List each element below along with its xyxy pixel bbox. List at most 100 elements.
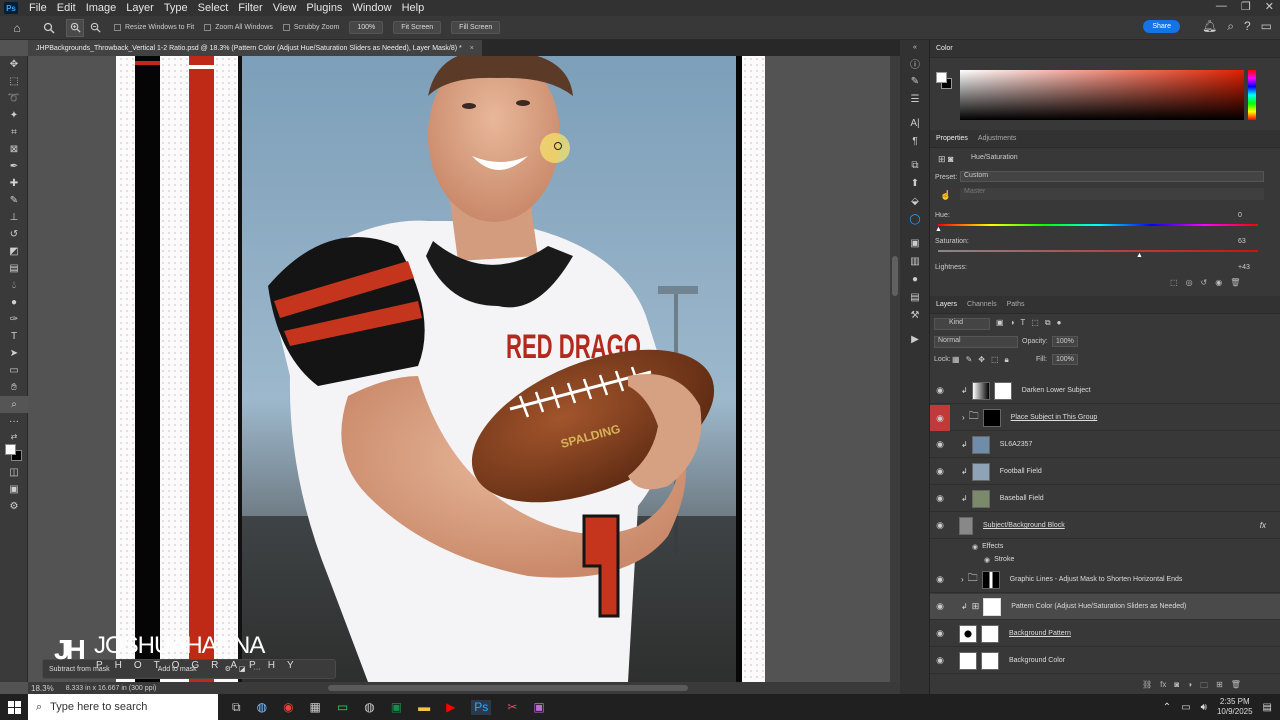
layer-row[interactable]: ◉ ↲ SL6A2357 (930, 432, 1280, 458)
kind-filter[interactable]: Kind (934, 318, 990, 330)
visibility-eye-icon[interactable]: ◉ (931, 439, 949, 450)
character-icon[interactable]: A| (900, 114, 930, 132)
menu-view[interactable]: View (268, 2, 302, 14)
workspace-icon[interactable]: ▭ (1261, 19, 1272, 34)
vertical-scrollbar[interactable] (890, 56, 900, 682)
blur-tool-icon[interactable]: 💧︎ (0, 277, 28, 294)
chrome-icon[interactable]: ◉ (283, 700, 293, 715)
visibility-eye-icon[interactable]: ◉ (931, 574, 949, 585)
saturation-value[interactable]: 63 (1238, 238, 1246, 245)
visibility-eye-icon[interactable]: ◉ (931, 520, 949, 531)
channels-tab[interactable]: Channels (967, 301, 997, 308)
frame-tool-icon[interactable]: ⊠ (0, 141, 28, 158)
lasso-tool-icon[interactable]: ➰ (0, 90, 28, 107)
play-icon[interactable]: ▶ (900, 330, 930, 348)
fit-screen-button[interactable]: Fit Screen (393, 21, 442, 34)
visibility-eye-icon[interactable]: ◉ (931, 655, 949, 666)
fill-value[interactable]: 100% (1052, 354, 1078, 365)
hue-slider[interactable] (1248, 70, 1256, 120)
new-group-icon[interactable]: 🗀︎ (1200, 680, 1208, 694)
path-select-icon[interactable]: ➤ (0, 345, 28, 362)
smart-object-filter-icon[interactable]: ⧉ (1045, 318, 1051, 328)
gradient-tool-icon[interactable]: ▤ (0, 260, 28, 277)
group-expand-icon[interactable]: › (961, 575, 964, 584)
stroke-row[interactable]: ◉ Stroke (930, 553, 1280, 566)
reset-icon[interactable]: ↺ (1201, 278, 1208, 287)
share-button[interactable]: Share (1143, 20, 1180, 33)
hue-saturation-active-icon[interactable]: ◯ (900, 210, 930, 228)
layer-row[interactable]: ◉ Background Pattern (930, 621, 1280, 647)
layer-row[interactable]: ◉ › 🗀︎ Place Subject in This Group (930, 404, 1280, 431)
lock-position-icon[interactable]: ✥ (978, 355, 985, 365)
magic-wand-tool-icon[interactable]: ✦ (0, 107, 28, 124)
hue-value[interactable]: 0 (1238, 212, 1242, 219)
menu-file[interactable]: File (24, 2, 52, 14)
fill-screen-button[interactable]: Fill Screen (451, 21, 501, 34)
hand-tool-icon[interactable]: ✋︎ (0, 379, 28, 396)
visibility-eye-icon[interactable]: ◉ (931, 493, 949, 504)
visibility-eye-icon[interactable]: ◉ (931, 628, 949, 639)
channel-dropdown[interactable]: Master (960, 188, 1264, 200)
navigator-icon[interactable]: ▣ (900, 234, 930, 252)
visibility-icon[interactable]: ◉ (1215, 278, 1222, 287)
close-icon[interactable]: ✕ (1265, 0, 1274, 13)
photoshop-taskbar-icon[interactable]: Ps (471, 699, 492, 715)
screen-mode-icon[interactable]: ▣ (0, 481, 28, 498)
pen-tool-icon[interactable]: ✑ (0, 311, 28, 328)
extra-app-icon[interactable]: ▣ (533, 700, 544, 715)
history-brush-icon[interactable]: ↺ (0, 226, 28, 243)
type-filter-icon[interactable]: T (1020, 318, 1025, 328)
layer-row[interactable]: ◉ ↲ Football Field (930, 459, 1280, 485)
filter-toggle-icon[interactable]: ● (1057, 318, 1062, 328)
color-fg-swatch[interactable] (936, 72, 947, 83)
document-canvas[interactable]: RED DRAGO SPALDING (28, 56, 890, 682)
scrubby-zoom-checkbox[interactable]: Scrubby Zoom (282, 24, 339, 31)
new-adjustment-icon[interactable]: ◑ (1187, 680, 1192, 694)
horizontal-scrollbar[interactable] (328, 685, 688, 691)
zoom-level[interactable]: 18.3% (31, 684, 54, 693)
layer-row[interactable]: ◉ › 🗀︎ Graphic Lines - Adjust Mask to Sh… (930, 567, 1280, 593)
menu-filter[interactable]: Filter (233, 2, 267, 14)
notifications-icon[interactable]: ▤ (1263, 702, 1272, 713)
menu-layer[interactable]: Layer (121, 2, 159, 14)
info-icon[interactable]: ⓘ (900, 54, 930, 72)
foreground-color-swatch[interactable] (5, 444, 16, 455)
group-expand-icon[interactable]: › (962, 413, 965, 422)
layer-row[interactable]: ◉ ↲ Darken Lower Subject (930, 378, 1280, 404)
visibility-eye-icon[interactable]: ◉ (931, 385, 949, 396)
marquee-tool-icon[interactable]: ⬚ (0, 73, 28, 90)
visibility-eye-icon[interactable]: ◉ (931, 466, 949, 477)
zoom-in-icon[interactable] (66, 18, 84, 37)
zoom-out-icon[interactable] (86, 19, 104, 37)
bell-icon[interactable]: 🔔︎ (1202, 19, 1217, 34)
windows-start-icon[interactable] (0, 694, 28, 720)
zoom-100-button[interactable]: 100% (349, 21, 384, 34)
eraser-tool-icon[interactable]: ◩ (0, 243, 28, 260)
shape-filter-icon[interactable]: ⬚ (1031, 318, 1039, 328)
task-view-icon[interactable]: ⧉ (232, 700, 241, 715)
search-icon[interactable]: ⌕ (1227, 19, 1234, 34)
edit-toolbar-icon[interactable]: ⚙ (0, 498, 28, 515)
opacity-value[interactable]: 100% (1052, 336, 1078, 347)
minimize-icon[interactable]: — (1216, 0, 1227, 13)
swap-colors-icon[interactable]: ⇄ (0, 430, 28, 442)
color-tab[interactable]: Color (936, 45, 953, 52)
eyedropper-tool-icon[interactable]: ✒ (0, 158, 28, 175)
canvas-area[interactable]: RED DRAGO SPALDING Subtract from mask Ad… (28, 56, 890, 682)
saturation-gradient-slider[interactable] (938, 250, 1258, 252)
menu-plugins[interactable]: Plugins (301, 2, 347, 14)
quick-mask-icon[interactable]: ◫ (0, 464, 28, 481)
healing-brush-icon[interactable]: ✚ (0, 175, 28, 192)
network-icon[interactable]: ▭ (1181, 702, 1190, 713)
snipping-tool-icon[interactable]: ✂ (507, 700, 517, 715)
lightness-value[interactable]: +43 (1238, 264, 1250, 271)
delete-adjustment-icon[interactable]: 🗑︎ (1230, 278, 1240, 287)
menu-window[interactable]: Window (347, 2, 396, 14)
blend-mode-dropdown[interactable]: Normal (934, 336, 1018, 348)
tool-presets-icon[interactable]: ⚒ (900, 306, 930, 324)
view-previous-icon[interactable]: ◎ (1186, 278, 1193, 287)
brush-tool-icon[interactable]: ✎ (0, 192, 28, 209)
copilot-icon[interactable]: ◍ (257, 700, 267, 715)
hue-slider-thumb[interactable]: ▲ (935, 226, 942, 233)
link-layers-icon[interactable]: ⛓ (1142, 680, 1152, 694)
